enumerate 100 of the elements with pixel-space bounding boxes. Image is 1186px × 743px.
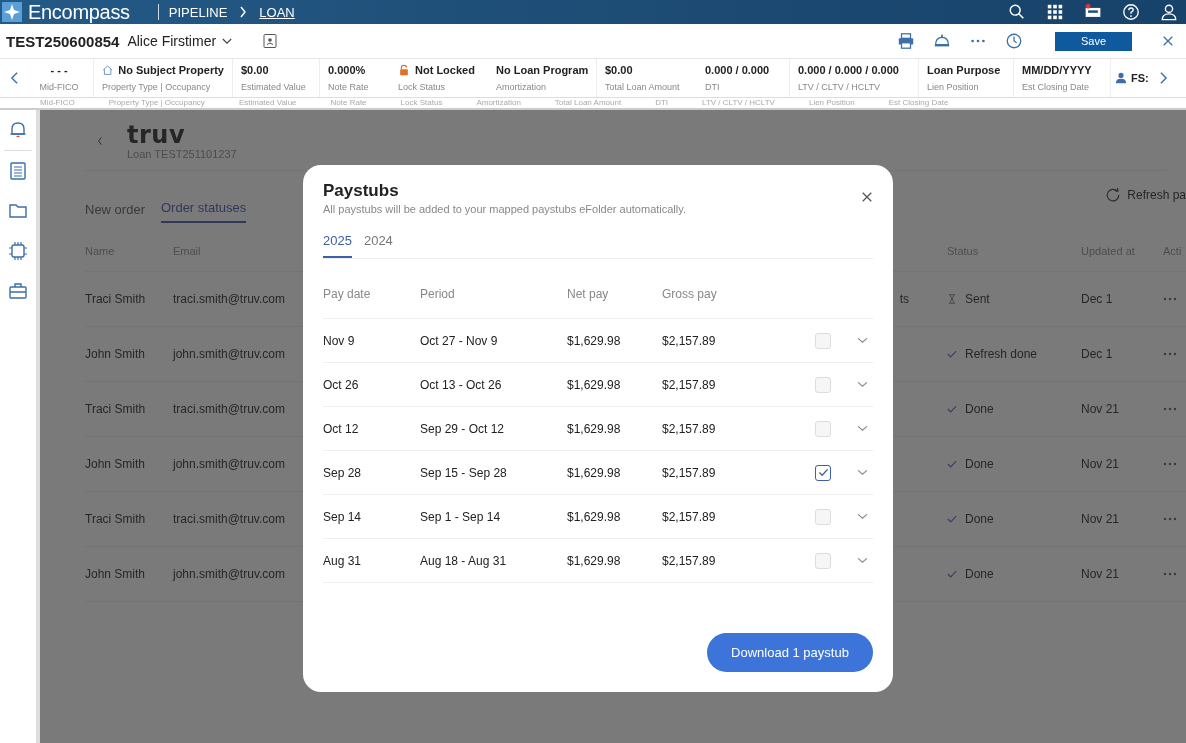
field-value: 0.000 / 0.000 / 0.000 bbox=[798, 64, 899, 76]
field-label: Total Loan Amount bbox=[605, 82, 681, 92]
field-label: Property Type | Occupancy bbox=[108, 98, 205, 108]
table-cell-text: Aug 31 bbox=[323, 553, 363, 568]
field-value: - - - bbox=[50, 64, 68, 76]
table-cell: John Smith bbox=[85, 457, 146, 471]
field-label: Mid-FICO bbox=[40, 98, 75, 108]
field-label: Note Rate bbox=[328, 82, 370, 92]
table-cell: Nov 21 bbox=[1081, 567, 1120, 581]
table-cell-text: $2,157.89 bbox=[662, 509, 717, 524]
table-cell: John Smith bbox=[85, 567, 146, 581]
field-label: Mid-FICO bbox=[39, 82, 79, 92]
table-cell-text: Oct 12 bbox=[323, 421, 360, 436]
field-value: No Loan Program bbox=[496, 64, 589, 76]
column-header: Gross pay bbox=[662, 286, 718, 301]
table-cell: Dec 1 bbox=[1081, 292, 1113, 306]
table-cell-text: $1,629.98 bbox=[567, 377, 622, 392]
brand-name: Encompass bbox=[28, 0, 130, 24]
field-label: Estimated Value bbox=[241, 82, 307, 92]
download-button[interactable]: Download 1 paystub bbox=[707, 633, 873, 672]
table-cell-text: $2,157.89 bbox=[662, 553, 717, 568]
field-value: MM/DD/YYYY bbox=[1022, 64, 1092, 76]
table-cell-text: Aug 18 - Aug 31 bbox=[420, 553, 508, 568]
field-label: DTI bbox=[705, 82, 721, 92]
field-label: Lien Position bbox=[808, 98, 855, 108]
table-cell-text: Oct 26 bbox=[323, 377, 360, 392]
table-cell: Nov 21 bbox=[1081, 402, 1120, 416]
table-cell: Nov 21 bbox=[1081, 457, 1120, 471]
table-cell-text: $2,157.89 bbox=[662, 465, 717, 480]
field-label: Lock Status bbox=[400, 98, 443, 108]
field-value: No Subject Property bbox=[118, 64, 224, 76]
table-cell: John Smith bbox=[85, 347, 146, 361]
table-cell: Nov 21 bbox=[1081, 512, 1120, 526]
table-cell-text: Nov 9 bbox=[323, 333, 356, 348]
table-cell: traci.smith@truv.com bbox=[173, 512, 285, 526]
table-cell: Traci Smith bbox=[85, 292, 146, 306]
table-cell: john.smith@truv.com bbox=[173, 347, 285, 361]
field-value: 0.000 / 0.000 bbox=[705, 64, 770, 76]
table-cell: Done bbox=[965, 402, 994, 416]
field-label: Estimated Value bbox=[238, 98, 297, 108]
table-cell-text: $1,629.98 bbox=[567, 553, 622, 568]
table-cell: Dec 1 bbox=[1081, 347, 1113, 361]
table-cell: traci.smith@truv.com bbox=[173, 292, 285, 306]
table-cell: john.smith@truv.com bbox=[173, 457, 285, 471]
field-label: Property Type | Occupancy bbox=[102, 82, 212, 92]
field-value: $0.00 bbox=[241, 64, 269, 76]
table-cell-text: $1,629.98 bbox=[567, 333, 622, 348]
table-cell-text: Sep 28 bbox=[323, 465, 363, 480]
column-header: Net pay bbox=[567, 286, 610, 301]
loan-number: TEST250600854 bbox=[6, 32, 120, 50]
field-value: Not Locked bbox=[415, 64, 475, 76]
table-cell-text: Sep 29 - Oct 12 bbox=[420, 421, 506, 436]
table-cell: ts bbox=[899, 292, 909, 306]
field-label: Note Rate bbox=[330, 98, 367, 108]
field-value: $0.00 bbox=[605, 64, 633, 76]
year-tab[interactable]: 2024 bbox=[363, 233, 393, 258]
field-label: Total Loan Amount bbox=[554, 98, 622, 108]
table-cell-text: Oct 13 - Oct 26 bbox=[420, 377, 503, 392]
dialog-title: Paystubs bbox=[323, 181, 400, 201]
column-header: Period bbox=[420, 286, 456, 301]
dialog-subtitle: All paystubs will be added to your mapped paystubs eFolder automatically. bbox=[323, 203, 686, 215]
field-label: LTV / CLTV / HCLTV bbox=[702, 98, 775, 108]
table-cell-text: Sep 15 - Sep 28 bbox=[420, 465, 508, 480]
table-cell-text: $1,629.98 bbox=[567, 509, 622, 524]
save-button[interactable]: Save bbox=[1055, 31, 1132, 51]
table-cell: Sent bbox=[965, 292, 990, 306]
column-header: Pay date bbox=[323, 286, 372, 301]
table-cell-text: Sep 14 bbox=[323, 509, 363, 524]
table-cell-text: $2,157.89 bbox=[662, 333, 717, 348]
table-cell: traci.smith@truv.com bbox=[173, 402, 285, 416]
table-cell-text: $2,157.89 bbox=[662, 421, 717, 436]
breadcrumb-link[interactable]: PIPELINE bbox=[168, 4, 228, 20]
borrower-dropdown[interactable]: Alice Firstimer bbox=[127, 33, 217, 49]
field-label: Amortization bbox=[496, 82, 548, 92]
table-cell: Refresh done bbox=[965, 347, 1038, 361]
field-label: Est Closing Date bbox=[1022, 82, 1091, 92]
table-cell-text: Oct 27 - Nov 9 bbox=[420, 333, 499, 348]
table-cell: john.smith@truv.com bbox=[173, 567, 285, 581]
table-cell-text: Sep 1 - Sep 14 bbox=[420, 509, 502, 524]
field-label: LTV / CLTV / HCLTV bbox=[798, 82, 881, 92]
refresh-button[interactable]: Refresh pa bbox=[1127, 188, 1186, 202]
year-tab[interactable]: 2025 bbox=[323, 233, 352, 258]
field-value: 0.000% bbox=[328, 64, 366, 76]
field-value: Loan Purpose bbox=[927, 64, 1001, 76]
field-label: DTI bbox=[655, 98, 669, 108]
table-cell-text: $2,157.89 bbox=[662, 377, 717, 392]
file-started-label: FS: bbox=[1131, 72, 1149, 84]
field-label: Amortization bbox=[476, 98, 521, 108]
table-cell-text: $1,629.98 bbox=[567, 421, 622, 436]
breadcrumb-link[interactable]: LOAN bbox=[259, 4, 295, 20]
table-cell: Traci Smith bbox=[85, 402, 146, 416]
field-label: Lock Status bbox=[398, 82, 447, 92]
field-label: Lien Position bbox=[927, 82, 980, 92]
table-cell: Done bbox=[965, 567, 994, 581]
field-label: Est Closing Date bbox=[888, 98, 949, 108]
table-cell: Done bbox=[965, 457, 994, 471]
truv-logo: truv bbox=[127, 122, 187, 148]
table-cell: Done bbox=[965, 512, 994, 526]
table-cell-text: $1,629.98 bbox=[567, 465, 622, 480]
table-cell: Traci Smith bbox=[85, 512, 146, 526]
